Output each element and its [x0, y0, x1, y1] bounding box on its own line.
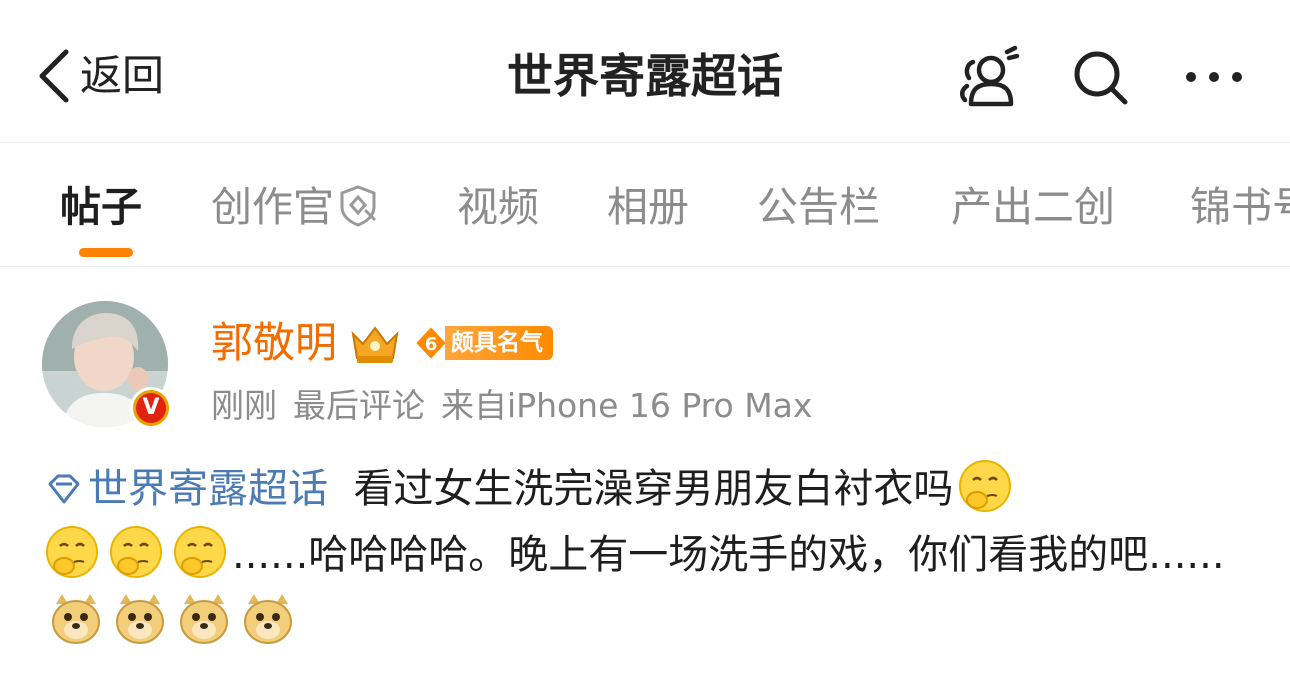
tab-bar: 帖子 创作官 视频 相册 公告栏 产出二创 锦书号 — [0, 143, 1290, 267]
doge-emoji-2 — [116, 594, 164, 644]
topic-label: 世界寄露超话 — [88, 466, 328, 512]
author-avatar[interactable]: V — [42, 301, 172, 429]
post-content: 世界寄露超话 看过女生洗完澡穿男朋友白衬衣吗 ......哈哈哈哈。晚上有一场洗… — [44, 456, 1254, 654]
tab-announcement[interactable]: 公告栏 — [757, 179, 880, 235]
tab-creator-label: 创作官 — [211, 183, 334, 231]
thinking-emoji-4 — [174, 526, 226, 578]
topic-diamond-icon — [48, 474, 80, 504]
users-button[interactable] — [952, 44, 1024, 110]
tab-creator[interactable]: 创作官 — [211, 179, 380, 235]
tab-album[interactable]: 相册 — [607, 179, 689, 235]
doge-emoji-1 — [52, 594, 100, 644]
author-name-row: 郭敬明 6 颇具名气 — [211, 318, 554, 368]
more-button[interactable] — [1178, 44, 1250, 110]
thinking-emoji-3 — [110, 526, 162, 578]
post-source: 来自iPhone 16 Pro Max — [441, 386, 813, 425]
level-number: 6 — [425, 334, 438, 355]
post-card[interactable]: V 郭敬明 6 颇具名气 刚刚 最后评论 来自iPhone 16 Pro Max 世… — [0, 268, 1290, 686]
post-action: 最后评论 — [293, 386, 425, 425]
thinking-emoji-2 — [46, 526, 98, 578]
tab-video[interactable]: 视频 — [457, 179, 539, 235]
post-meta: 刚刚 最后评论 来自iPhone 16 Pro Max — [211, 384, 828, 428]
topic-link[interactable]: 世界寄露超话 — [44, 466, 328, 512]
doge-emoji-3 — [180, 594, 228, 644]
creator-badge-icon — [340, 185, 376, 227]
level-text: 颇具名气 — [445, 326, 554, 360]
doge-emoji-4 — [244, 594, 292, 644]
tab-posts[interactable]: 帖子 — [60, 179, 142, 235]
level-badge: 6 颇具名气 — [411, 324, 554, 362]
crown-icon — [351, 326, 399, 363]
post-text-1: 看过女生洗完澡穿男朋友白衬衣吗 — [353, 466, 954, 512]
author-name[interactable]: 郭敬明 — [211, 318, 337, 368]
post-time: 刚刚 — [211, 386, 277, 425]
tab-fan-creations[interactable]: 产出二创 — [951, 179, 1115, 235]
top-navigation-bar: 返回 世界寄露超话 — [0, 0, 1290, 143]
post-text-2: ......哈哈哈哈。晚上有一场洗手的戏，你们看我的吧...... — [232, 532, 1225, 578]
v-verified-icon: V — [130, 387, 172, 429]
tab-jinshu[interactable]: 锦书号 — [1190, 179, 1290, 235]
active-tab-indicator — [79, 248, 133, 257]
more-icon — [1186, 72, 1242, 82]
search-icon — [1074, 51, 1128, 105]
users-icon — [960, 45, 1020, 107]
thinking-emoji-1 — [959, 460, 1012, 512]
search-button[interactable] — [1064, 44, 1136, 110]
